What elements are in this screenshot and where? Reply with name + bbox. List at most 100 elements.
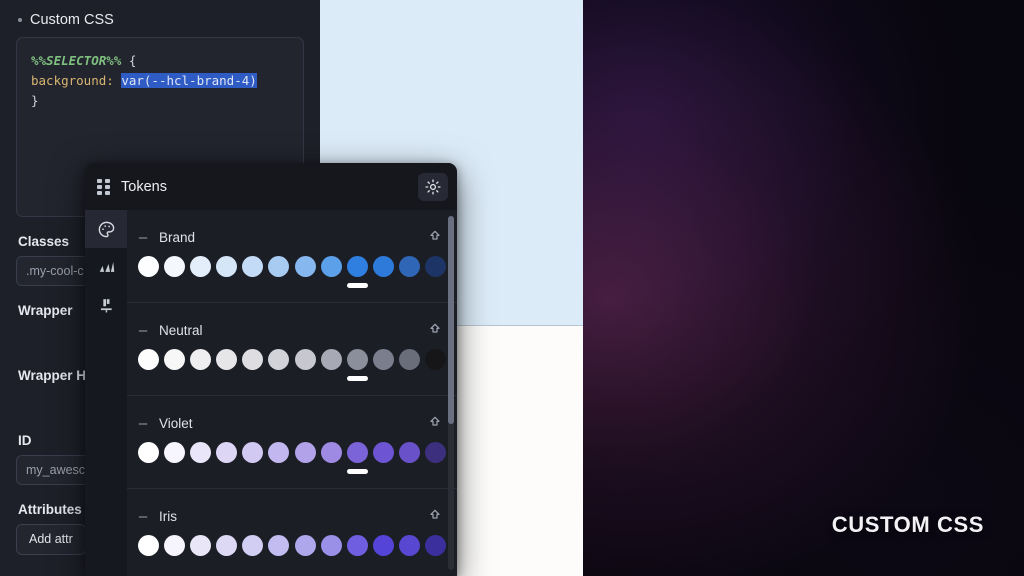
color-swatch[interactable]	[216, 256, 238, 277]
swatch-indicator-slot	[138, 376, 159, 381]
swatch-indicator-slot	[399, 283, 420, 288]
color-swatch[interactable]	[346, 535, 368, 556]
ramp-header[interactable]: – Brand	[127, 218, 457, 256]
color-swatch[interactable]	[346, 442, 368, 463]
color-swatch[interactable]	[137, 349, 159, 370]
color-swatch[interactable]	[425, 535, 447, 556]
arrow-up-icon[interactable]	[427, 415, 443, 431]
swatch-cell	[346, 442, 368, 474]
color-swatch[interactable]	[399, 442, 421, 463]
color-swatch[interactable]	[189, 349, 211, 370]
add-attribute-button[interactable]: Add attr	[16, 524, 86, 555]
color-swatch[interactable]	[189, 442, 211, 463]
color-swatch[interactable]	[242, 256, 264, 277]
color-swatch[interactable]	[373, 535, 395, 556]
color-swatch[interactable]	[268, 256, 290, 277]
color-swatch[interactable]	[399, 256, 421, 277]
color-swatch[interactable]	[425, 256, 447, 277]
arrow-up-icon[interactable]	[427, 322, 443, 338]
color-swatch[interactable]	[346, 256, 368, 277]
tokens-panel-header[interactable]: Tokens	[85, 163, 457, 210]
swatch-cell	[137, 256, 159, 288]
color-swatch[interactable]	[373, 442, 395, 463]
color-swatch[interactable]	[163, 442, 185, 463]
color-swatch[interactable]	[268, 442, 290, 463]
grip-dots-icon[interactable]	[97, 178, 111, 195]
color-swatch[interactable]	[294, 256, 316, 277]
color-swatch[interactable]	[163, 535, 185, 556]
swatch-cell	[373, 535, 395, 567]
color-swatch[interactable]	[137, 442, 159, 463]
swatch-indicator-slot	[216, 469, 237, 474]
color-swatch[interactable]	[268, 349, 290, 370]
color-swatch[interactable]	[320, 442, 342, 463]
color-swatch[interactable]	[320, 349, 342, 370]
color-swatch[interactable]	[242, 349, 264, 370]
ramp-header[interactable]: – Violet	[127, 404, 457, 442]
swatch-cell	[189, 256, 211, 288]
color-swatch[interactable]	[425, 442, 447, 463]
arrow-up-icon[interactable]	[427, 508, 443, 524]
color-swatch[interactable]	[294, 535, 316, 556]
swatch-cell	[216, 349, 238, 381]
swatch-cell	[294, 442, 316, 474]
swatch-indicator-slot	[373, 469, 394, 474]
swatch-cell	[137, 349, 159, 381]
color-swatch[interactable]	[320, 256, 342, 277]
swatch-cell	[268, 349, 290, 381]
css-value-token-selected[interactable]: var(--hcl-brand-4)	[121, 73, 257, 88]
swatch-cell	[216, 256, 238, 288]
color-swatch[interactable]	[216, 442, 238, 463]
swatch-cell	[399, 349, 421, 381]
color-swatch[interactable]	[399, 535, 421, 556]
color-swatch[interactable]	[216, 535, 238, 556]
color-swatch[interactable]	[242, 535, 264, 556]
type-scale-icon	[99, 261, 114, 272]
color-swatch[interactable]	[163, 349, 185, 370]
color-swatch[interactable]	[268, 535, 290, 556]
tokens-ramp-list[interactable]: – Brand – Neutral – Violet – Iris	[127, 210, 457, 576]
ramp-group: – Neutral	[127, 311, 457, 396]
color-swatch[interactable]	[294, 349, 316, 370]
ramp-header[interactable]: – Iris	[127, 497, 457, 535]
color-swatch[interactable]	[163, 256, 185, 277]
arrow-up-icon[interactable]	[427, 229, 443, 245]
swatch-cell	[294, 256, 316, 288]
color-swatch[interactable]	[189, 535, 211, 556]
rail-item-spacing[interactable]	[85, 286, 127, 324]
color-swatch[interactable]	[294, 442, 316, 463]
tokens-scrollbar-track[interactable]	[448, 216, 454, 570]
swatch-indicator-slot	[268, 469, 289, 474]
color-swatch[interactable]	[373, 349, 395, 370]
collapse-minus-icon[interactable]: –	[135, 416, 151, 431]
swatch-indicator-slot	[216, 283, 237, 288]
rail-item-type-scale[interactable]	[85, 248, 127, 286]
ramp-header[interactable]: – Neutral	[127, 311, 457, 349]
collapse-minus-icon[interactable]: –	[135, 509, 151, 524]
color-swatch[interactable]	[346, 349, 368, 370]
color-swatch[interactable]	[242, 442, 264, 463]
color-swatch[interactable]	[137, 256, 159, 277]
swatch-cell	[425, 349, 447, 381]
tokens-scrollbar-thumb[interactable]	[448, 216, 454, 424]
color-swatch[interactable]	[399, 349, 421, 370]
color-swatch[interactable]	[216, 349, 238, 370]
swatch-row	[127, 349, 457, 381]
swatch-cell	[137, 535, 159, 567]
color-swatch[interactable]	[137, 535, 159, 556]
swatch-indicator-slot	[164, 283, 185, 288]
collapse-minus-icon[interactable]: –	[135, 323, 151, 338]
swatch-cell	[320, 442, 342, 474]
ramp-name: Brand	[159, 229, 196, 245]
theme-toggle-button[interactable]	[418, 172, 448, 201]
custom-css-heading: Custom CSS	[30, 12, 114, 28]
collapse-minus-icon[interactable]: –	[135, 230, 151, 245]
color-swatch[interactable]	[189, 256, 211, 277]
spacing-icon	[100, 298, 112, 312]
swatch-cell	[163, 256, 185, 288]
custom-css-section-header[interactable]: Custom CSS	[16, 0, 304, 37]
rail-item-colors[interactable]	[85, 210, 127, 248]
color-swatch[interactable]	[425, 349, 447, 370]
color-swatch[interactable]	[373, 256, 395, 277]
color-swatch[interactable]	[320, 535, 342, 556]
